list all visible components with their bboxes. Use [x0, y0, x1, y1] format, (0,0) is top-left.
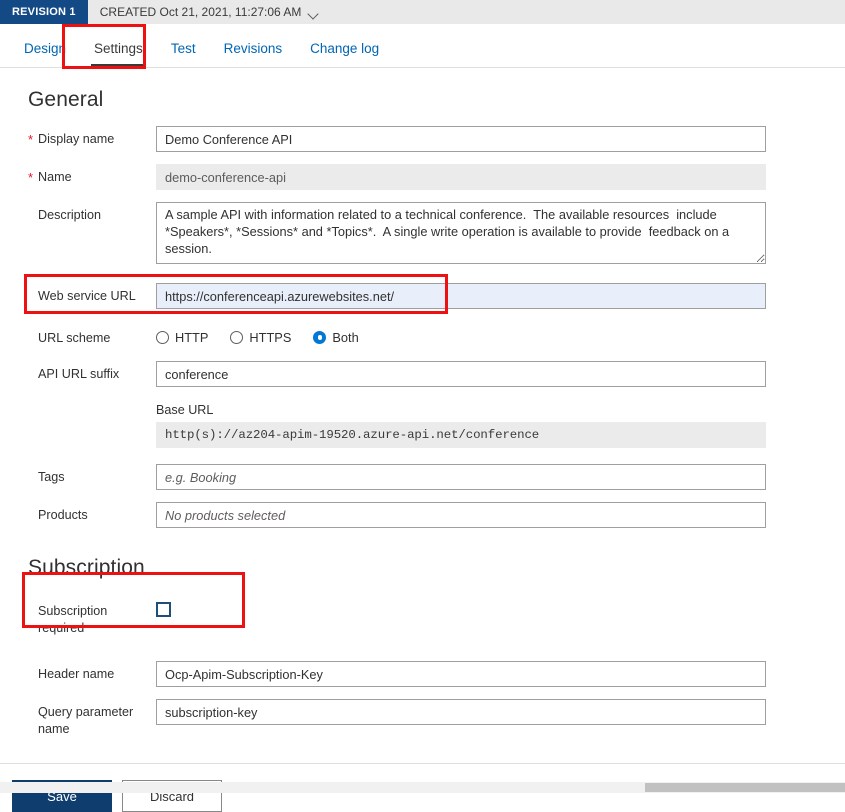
- web-service-url-input[interactable]: [156, 283, 766, 309]
- horizontal-scrollbar-thumb[interactable]: [645, 783, 845, 792]
- query-parameter-name-spacer: [28, 699, 38, 703]
- radio-http-label: HTTP: [175, 330, 209, 345]
- subscription-required-checkbox[interactable]: [156, 602, 171, 617]
- radio-http[interactable]: HTTP: [156, 330, 208, 345]
- revision-badge: REVISION 1: [0, 0, 88, 24]
- row-subscription-required: Subscription required: [0, 598, 845, 637]
- row-tags: Tags: [0, 464, 845, 490]
- base-url-spacer-label: [38, 403, 156, 408]
- display-name-required-asterisk: *: [28, 132, 34, 147]
- radio-https-label: HTTPS: [249, 330, 292, 345]
- query-parameter-name-label-line1: Query parameter: [38, 705, 134, 719]
- radio-http-dot[interactable]: [156, 331, 169, 344]
- row-api-url-suffix: API URL suffix: [0, 361, 845, 387]
- tags-label: Tags: [38, 470, 65, 484]
- chevron-down-icon[interactable]: [309, 10, 320, 17]
- row-query-parameter-name: Query parameter name: [0, 699, 845, 738]
- query-parameter-name-label-line2: name: [38, 722, 70, 736]
- products-label: Products: [38, 508, 88, 522]
- tab-settings[interactable]: Settings: [80, 41, 157, 67]
- subscription-required-label: Subscription required: [38, 598, 156, 637]
- subscription-required-label-line2: required: [38, 621, 85, 635]
- api-url-suffix-input[interactable]: [156, 361, 766, 387]
- url-scheme-spacer: [28, 325, 38, 329]
- tab-test[interactable]: Test: [157, 41, 210, 67]
- products-spacer: [28, 502, 38, 506]
- name-label: Name: [38, 170, 72, 184]
- display-name-input[interactable]: [156, 126, 766, 152]
- row-base-url: Base URL: [0, 403, 845, 448]
- general-section-title: General: [28, 88, 104, 111]
- revision-created-text: CREATED Oct 21, 2021, 11:27:06 AM: [99, 5, 302, 19]
- radio-https[interactable]: HTTPS: [230, 330, 291, 345]
- radio-both-dot[interactable]: [313, 331, 327, 344]
- base-url-spacer: [28, 403, 38, 407]
- query-parameter-name-input[interactable]: [156, 699, 766, 725]
- tab-revisions[interactable]: Revisions: [210, 41, 297, 67]
- api-url-suffix-spacer: [28, 361, 38, 365]
- row-description: Description A sample API with informatio…: [0, 202, 845, 269]
- products-input[interactable]: [156, 502, 766, 528]
- tags-input[interactable]: [156, 464, 766, 490]
- tab-change-log[interactable]: Change log: [296, 41, 393, 67]
- row-web-service-url: Web service URL: [0, 283, 845, 309]
- horizontal-scrollbar[interactable]: [0, 782, 845, 793]
- tab-bar: Design Settings Test Revisions Change lo…: [0, 24, 845, 68]
- radio-https-dot[interactable]: [230, 331, 244, 344]
- header-name-label: Header name: [38, 667, 115, 681]
- header-name-input[interactable]: [156, 661, 766, 687]
- display-name-label: Display name: [38, 132, 115, 146]
- subscription-required-label-line1: Subscription: [38, 604, 108, 618]
- header-name-spacer: [28, 661, 38, 665]
- row-display-name: * Display name: [0, 126, 845, 152]
- query-parameter-name-label: Query parameter name: [38, 699, 156, 738]
- tab-design[interactable]: Design: [10, 41, 80, 67]
- tags-spacer: [28, 464, 38, 468]
- revision-created-dropdown[interactable]: CREATED Oct 21, 2021, 11:27:06 AM: [88, 0, 321, 24]
- row-header-name: Header name: [0, 661, 845, 687]
- url-scheme-label: URL scheme: [38, 331, 111, 345]
- base-url-label: Base URL: [156, 403, 214, 417]
- row-products: Products: [0, 502, 845, 528]
- name-required-asterisk: *: [28, 170, 34, 185]
- description-label: Description: [38, 208, 101, 222]
- radio-both-label: Both: [332, 330, 359, 345]
- settings-form: General * Display name * Name Descriptio…: [0, 88, 845, 764]
- subscription-required-spacer: [28, 598, 38, 602]
- subscription-section-title: Subscription: [28, 556, 145, 579]
- url-scheme-radio-group: HTTP HTTPS Both: [156, 325, 766, 345]
- web-service-url-spacer: [28, 283, 38, 287]
- description-textarea[interactable]: A sample API with information related to…: [156, 202, 766, 264]
- revision-bar: REVISION 1 CREATED Oct 21, 2021, 11:27:0…: [0, 0, 845, 24]
- row-url-scheme: URL scheme HTTP HTTPS Both: [0, 325, 845, 347]
- row-name: * Name: [0, 164, 845, 190]
- name-input: [156, 164, 766, 190]
- base-url-input: [156, 422, 766, 448]
- web-service-url-label: Web service URL: [38, 289, 136, 303]
- radio-both[interactable]: Both: [313, 330, 359, 345]
- api-url-suffix-label: API URL suffix: [38, 367, 120, 381]
